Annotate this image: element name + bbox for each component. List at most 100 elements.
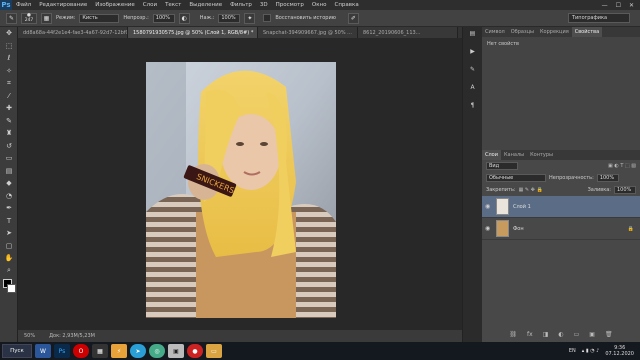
layer-row-background[interactable]: ◉ Фон 🔒 [482,218,640,240]
menu-item[interactable]: Изображение [91,2,139,8]
panel-icon-strip: ▤ ▶ ✎ A ¶ [462,27,482,342]
properties-tab[interactable]: Символ [482,27,508,37]
winamp-icon[interactable]: ⚡ [111,344,127,358]
clone-stamp-icon[interactable]: ♜ [0,127,18,140]
restore-history-checkbox[interactable] [263,14,272,22]
telegram-icon[interactable]: ➤ [130,344,146,358]
close-icon[interactable]: ✕ [629,2,634,9]
workspace-select[interactable]: Типографика [568,13,630,23]
layers-tab[interactable]: Каналы [501,150,527,160]
eyedropper-icon[interactable]: ⁄ [0,90,18,103]
properties-tab[interactable]: Коррекция [537,27,572,37]
brush-tool-icon[interactable]: ✎ [0,115,18,128]
properties-tab[interactable]: Свойства [571,27,603,37]
pressure-opacity-icon[interactable]: ◐ [178,12,190,24]
pen-tool-icon[interactable]: ✒ [0,202,18,215]
layer-opacity-field[interactable]: 100% [596,174,619,182]
move-tool-icon[interactable]: ✥ [0,27,18,40]
trash-icon[interactable]: 🗑 [605,331,613,340]
filter-icons[interactable]: ▣ ◐ T ⬚ ▧ [608,163,636,169]
brush-tool-icon[interactable]: ✎ [6,12,17,24]
airbrush-icon[interactable]: ✦ [244,12,256,24]
explorer-icon[interactable]: ▦ [92,344,108,358]
photoshop-icon[interactable]: Ps [54,344,70,358]
lock-icons[interactable]: ▦ ✎ ✥ 🔒 [519,187,543,193]
document-tab[interactable]: 8612_20190606_113... [358,27,458,38]
shape-tool-icon[interactable]: ▢ [0,240,18,253]
lasso-tool-icon[interactable]: ℓ [0,52,18,65]
layer-row-layer1[interactable]: ◉ Слой 1 [482,196,640,218]
eye-icon[interactable]: ◉ [485,225,492,232]
tray-icons[interactable]: ▴ ▮ ◔ ♪ [582,348,600,354]
mask-icon[interactable]: ◨ [543,331,549,340]
layer-thumbnail [496,198,509,215]
blur-tool-icon[interactable]: ◆ [0,177,18,190]
path-select-icon[interactable]: ➤ [0,227,18,240]
layers-tab[interactable]: Контуры [527,150,556,160]
opacity-field[interactable]: 100% [152,13,175,23]
blend-mode-select[interactable]: Обычные [486,174,546,182]
pressure-field[interactable]: 100% [218,13,241,23]
menu-item[interactable]: 3D [256,2,272,8]
document-tab[interactable]: dd8a68a-44f2e1e4-fae3-4a67-92d7-12bf0e35… [18,27,128,38]
folder-icon[interactable]: ▭ [206,344,222,358]
menu-item[interactable]: Фильтр [226,2,256,8]
menu-item[interactable]: Слои [139,2,161,8]
folder-icon[interactable]: ▭ [574,331,580,340]
mode-select[interactable]: Кисть [79,13,120,23]
menu-item[interactable]: Просмотр [272,2,308,8]
quick-select-icon[interactable]: ✧ [0,65,18,78]
canvas-area[interactable]: SNICKERS [18,38,462,330]
layer-filter-select[interactable]: Вид [486,162,518,170]
menu-item[interactable]: Окно [308,2,331,8]
character-icon[interactable]: A [463,81,482,93]
crop-tool-icon[interactable]: ⌗ [0,77,18,90]
marquee-tool-icon[interactable]: ⬚ [0,40,18,53]
hand-tool-icon[interactable]: ✋ [0,252,18,265]
word-icon[interactable]: W [35,344,51,358]
type-tool-icon[interactable]: T [0,215,18,228]
dodge-tool-icon[interactable]: ◔ [0,190,18,203]
brush-panel-icon[interactable]: ▦ [41,12,52,24]
document-image[interactable]: SNICKERS [146,62,336,318]
zoom-level[interactable]: 50% [24,333,35,339]
zoom-tool-icon[interactable]: ⌕ [0,265,18,278]
gradient-tool-icon[interactable]: ▤ [0,165,18,178]
fill-field[interactable]: 100% [614,186,636,194]
mode-label: Режим: [56,15,76,21]
link-icon[interactable]: ⛓ [509,331,517,340]
menu-bar: Ps Файл Редактирование Изображение Слои Текс… [0,0,640,10]
menu-item[interactable]: Выделение [185,2,226,8]
brush-size-picker[interactable]: ● 247 [21,12,37,24]
paragraph-icon[interactable]: ¶ [463,99,482,111]
fx-icon[interactable]: fx [527,331,533,340]
eye-icon[interactable]: ◉ [485,203,492,210]
history-icon[interactable]: ▤ [463,27,482,39]
actions-icon[interactable]: ▶ [463,45,482,57]
new-layer-icon[interactable]: ▣ [589,331,595,340]
healing-brush-icon[interactable]: ✚ [0,102,18,115]
pressure-size-icon[interactable]: ✐ [347,12,359,24]
document-tab[interactable]: Snapchat-394909667.jpg @ 50% ... [258,27,358,38]
history-brush-icon[interactable]: ↺ [0,140,18,153]
menu-item[interactable]: Текст [161,2,185,8]
clock[interactable]: 9:36 07.12.2020 [605,345,634,357]
document-tab[interactable]: 1580791930575.jpg @ 50% (Слой 1, RGB/8#)… [128,27,258,38]
layers-tab[interactable]: Слои [482,150,501,160]
minimize-icon[interactable]: — [602,2,608,9]
maximize-icon[interactable]: ☐ [616,2,621,9]
brush-preset-icon[interactable]: ✎ [463,63,482,75]
menu-item[interactable]: Редактирование [35,2,91,8]
color-swatches[interactable] [0,279,17,295]
properties-tab[interactable]: Образцы [508,27,537,37]
opera-icon[interactable]: O [73,344,89,358]
app-icon[interactable]: ▣ [168,344,184,358]
menu-item[interactable]: Файл [12,2,35,8]
eraser-icon[interactable]: ▭ [0,152,18,165]
chrome-icon[interactable]: ◎ [149,344,165,358]
start-button[interactable]: Пуск [2,344,32,358]
menu-item[interactable]: Справка [330,2,362,8]
lang-indicator[interactable]: EN [569,348,576,354]
recorder-icon[interactable]: ● [187,344,203,358]
adjustment-icon[interactable]: ◐ [558,331,563,340]
